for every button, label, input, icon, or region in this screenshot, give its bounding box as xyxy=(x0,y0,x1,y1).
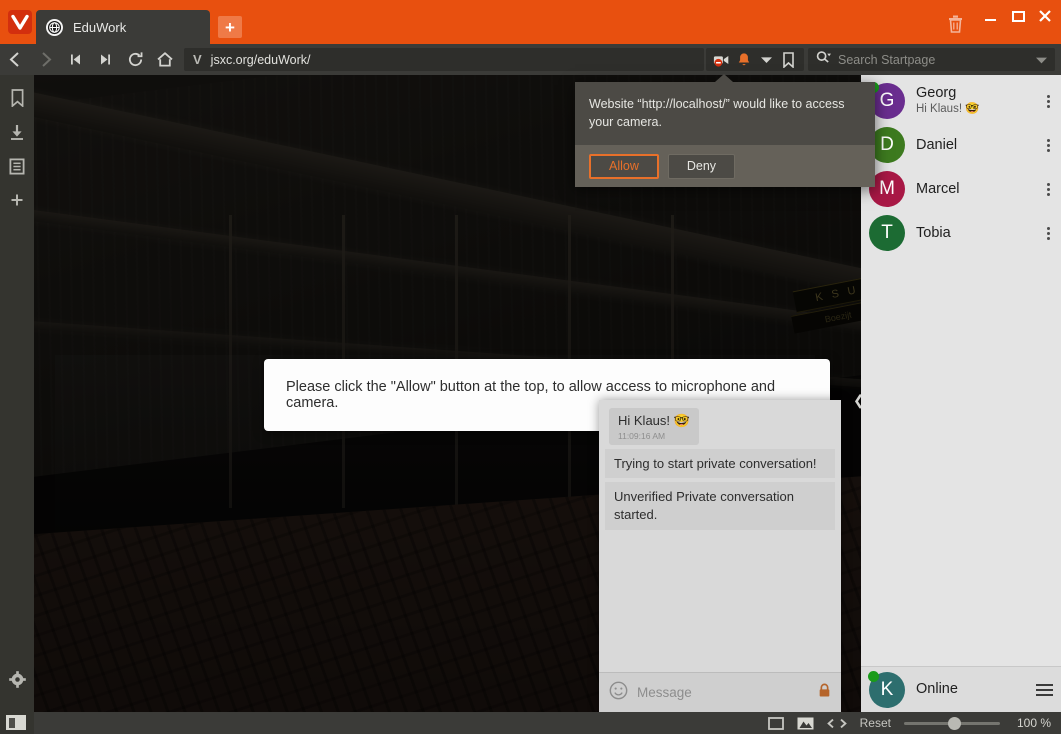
address-bar-url: jsxc.org/eduWork/ xyxy=(210,52,311,67)
vivaldi-logo-icon[interactable] xyxy=(6,8,34,36)
kebab-menu-icon[interactable] xyxy=(1042,93,1055,110)
rewind-icon[interactable] xyxy=(60,44,90,75)
chat-input-bar[interactable]: Message xyxy=(599,672,841,712)
avatar-initial: G xyxy=(879,90,895,111)
notes-icon[interactable] xyxy=(0,149,34,183)
contact-roster: G Georg Hi Klaus! 🤓 D Daniel M Marcel T … xyxy=(861,75,1061,712)
address-bar-actions xyxy=(706,48,804,71)
chevron-down-icon[interactable] xyxy=(756,48,776,71)
chat-message-list[interactable]: Hi Klaus! 🤓 11:09:16 AM Trying to start … xyxy=(599,400,841,672)
permission-buttons: Allow Deny xyxy=(575,145,875,187)
bookmark-icon[interactable] xyxy=(0,81,34,115)
new-tab-button[interactable]: + xyxy=(218,16,242,38)
list-item[interactable]: M Marcel xyxy=(861,167,1061,211)
avatar[interactable]: T xyxy=(869,215,905,251)
back-icon[interactable] xyxy=(0,44,30,75)
zoom-reset-button[interactable]: Reset xyxy=(860,716,891,730)
fast-forward-icon[interactable] xyxy=(90,44,120,75)
status-bar: Reset 100 % xyxy=(34,712,1061,734)
tab-title: EduWork xyxy=(73,19,127,35)
kebab-menu-icon[interactable] xyxy=(1042,181,1055,198)
tile-icon[interactable] xyxy=(767,716,784,730)
chat-message-incoming: Hi Klaus! 🤓 11:09:16 AM xyxy=(609,408,699,445)
gear-icon[interactable] xyxy=(0,662,34,696)
image-icon[interactable] xyxy=(797,717,814,730)
bookmark-icon[interactable] xyxy=(778,48,798,71)
minimize-button[interactable] xyxy=(976,4,1004,28)
avatar-initial: T xyxy=(881,222,893,243)
permission-message: Website “http://localhost/” would like t… xyxy=(589,97,845,130)
search-icon xyxy=(816,50,831,69)
list-item[interactable]: G Georg Hi Klaus! 🤓 xyxy=(861,79,1061,123)
search-engine-dropdown-icon[interactable] xyxy=(1036,51,1047,69)
lock-icon[interactable] xyxy=(818,683,831,703)
zoom-slider[interactable] xyxy=(904,716,1000,730)
chat-window: Hi Klaus! 🤓 11:09:16 AM Trying to start … xyxy=(599,400,841,712)
forward-icon[interactable] xyxy=(30,44,60,75)
avatar-initial: D xyxy=(880,134,894,155)
chat-message-input[interactable]: Message xyxy=(637,685,809,700)
deny-button[interactable]: Deny xyxy=(667,153,736,179)
avatar[interactable]: K xyxy=(868,670,905,708)
contact-list: G Georg Hi Klaus! 🤓 D Daniel M Marcel T … xyxy=(861,75,1061,666)
allow-button[interactable]: Allow xyxy=(589,153,659,179)
plus-icon[interactable] xyxy=(0,183,34,217)
list-item[interactable]: D Daniel xyxy=(861,123,1061,167)
kebab-menu-icon[interactable] xyxy=(1042,137,1055,154)
smiley-icon[interactable] xyxy=(609,681,628,705)
tab-eduwork[interactable]: EduWork xyxy=(36,10,210,44)
chat-system-message: Trying to start private conversation! xyxy=(605,448,835,479)
close-button[interactable] xyxy=(1031,4,1059,28)
reload-icon[interactable] xyxy=(120,44,150,75)
home-icon[interactable] xyxy=(150,44,180,75)
browser-window: EduWork + V jsxc.org/eduWork/ Search Sta… xyxy=(0,0,1061,734)
avatar-initial: K xyxy=(880,678,894,700)
title-bar: EduWork + xyxy=(0,0,1061,44)
address-bar[interactable]: V jsxc.org/eduWork/ xyxy=(184,48,704,71)
zoom-level-label: 100 % xyxy=(1016,716,1051,730)
self-status-bar: K Online xyxy=(861,666,1061,712)
camera-permission-popup: Website “http://localhost/” would like t… xyxy=(575,74,875,187)
maximize-button[interactable] xyxy=(1004,4,1032,28)
contact-status: Hi Klaus! 🤓 xyxy=(916,103,980,116)
contact-name: Daniel xyxy=(916,136,958,153)
camera-blocked-icon[interactable] xyxy=(712,48,732,71)
search-input[interactable]: Search Startpage xyxy=(808,48,1055,71)
contact-name: Georg xyxy=(916,85,957,102)
vivaldi-mark-icon: V xyxy=(193,52,202,67)
download-icon[interactable] xyxy=(0,115,34,149)
trash-icon[interactable] xyxy=(941,10,969,38)
search-placeholder: Search Startpage xyxy=(838,52,936,67)
hamburger-menu-icon[interactable] xyxy=(1036,681,1053,699)
chat-system-message: Unverified Private conversation started. xyxy=(605,482,835,530)
self-status-label: Online xyxy=(916,681,958,698)
left-panel xyxy=(0,75,34,734)
presence-indicator xyxy=(868,670,879,682)
panel-toggle-icon[interactable] xyxy=(6,715,26,730)
zoom-slider-knob[interactable] xyxy=(948,717,961,730)
globe-icon xyxy=(46,18,63,36)
avatar-initial: M xyxy=(879,178,895,199)
chat-message-time: 11:09:16 AM xyxy=(618,430,666,441)
contact-name: Marcel xyxy=(916,180,960,197)
contact-name: Tobia xyxy=(916,224,951,241)
chat-message-text: Hi Klaus! 🤓 xyxy=(618,413,690,428)
code-icon[interactable] xyxy=(826,718,847,729)
list-item[interactable]: T Tobia xyxy=(861,211,1061,255)
bell-icon[interactable] xyxy=(734,48,754,71)
kebab-menu-icon[interactable] xyxy=(1042,225,1055,242)
